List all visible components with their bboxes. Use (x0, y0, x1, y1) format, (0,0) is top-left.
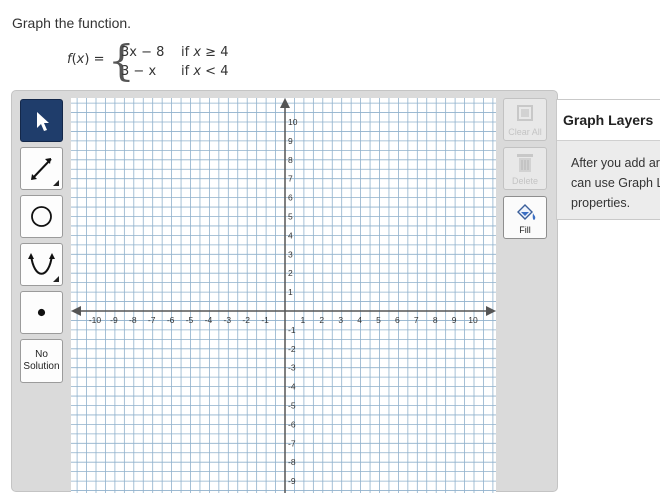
graph-layers-line-1: After you add ar (571, 156, 660, 170)
x-tick-label: -7 (148, 315, 156, 325)
x-tick-label: -4 (205, 315, 213, 325)
circle-tool-button[interactable] (20, 195, 63, 238)
piece-2-expr-rest: − x (129, 64, 157, 79)
x-tick-label: -1 (261, 315, 269, 325)
x-tick-label: -10 (89, 315, 102, 325)
y-tick-label: -4 (288, 382, 296, 392)
delete-label: Delete (511, 176, 538, 186)
graph-layers-line-2: can use Graph L (571, 176, 660, 190)
graph-layers-description: After you add ar can use Graph L propert… (571, 153, 660, 213)
x-tick-label: 6 (395, 315, 400, 325)
y-tick-label: 10 (288, 117, 298, 127)
piece-2-cond-rest: < 4 (201, 64, 229, 79)
piece-1-expression: 3x − 8 (121, 45, 164, 60)
x-tick-label: 8 (433, 315, 438, 325)
paint-bucket-icon (517, 204, 536, 220)
y-tick-label: -8 (288, 457, 296, 467)
fill-label: Fill (519, 225, 531, 235)
circle-icon (31, 206, 52, 227)
clear-all-button[interactable]: Clear All (503, 98, 547, 141)
no-solution-label-2: Solution (23, 361, 60, 372)
y-tick-label: 7 (288, 174, 293, 184)
piece-2-cond-var: x (193, 64, 202, 79)
graph-canvas[interactable]: -10 -9 -8 -7 -6 -5 -4 -3 -2 -1 1 2 3 4 5 6 7 8 9 10 10 9 8 7 6 5 4… (71, 98, 496, 493)
x-axis-right-arrow (486, 306, 496, 316)
x-tick-label: -3 (224, 315, 232, 325)
parabola-tool-button[interactable] (20, 243, 63, 286)
piece-1-expr-rest: − 8 (136, 45, 165, 60)
y-tick-label: -2 (288, 344, 296, 354)
y-tick-label: -1 (288, 325, 296, 335)
x-tick-label: 2 (319, 315, 324, 325)
fill-button[interactable]: Fill (503, 196, 547, 239)
piece-1-condition: if x ≥ 4 (181, 45, 228, 60)
x-tick-label: -8 (129, 315, 137, 325)
function-label: f(x) = (67, 52, 105, 67)
arrow-pointer-icon (37, 112, 49, 131)
x-tick-label: 9 (452, 315, 457, 325)
piece-2-expression: 3 − x (121, 64, 156, 79)
piece-2-condition: if x < 4 (181, 64, 228, 79)
x-tick-label: -6 (167, 315, 175, 325)
y-tick-label: 5 (288, 212, 293, 222)
parabola-tool-menu-indicator (53, 276, 59, 282)
x-tick-label: 4 (357, 315, 362, 325)
question-prompt: Graph the function. (12, 15, 132, 31)
no-solution-label-1: No (35, 349, 48, 360)
delete-button[interactable]: Delete (503, 147, 547, 190)
piece-1-cond-var: x (193, 45, 202, 60)
x-tick-label: 5 (376, 315, 381, 325)
y-tick-label: -7 (288, 438, 296, 448)
clear-all-icon (517, 105, 533, 121)
y-tick-label: -3 (288, 363, 296, 373)
graph-layers-title[interactable]: Graph Layers (557, 100, 660, 141)
y-tick-label: 4 (288, 230, 293, 240)
select-tool-button[interactable] (20, 99, 63, 142)
coordinate-grid[interactable]: -10 -9 -8 -7 -6 -5 -4 -3 -2 -1 1 2 3 4 5 6 7 8 9 10 10 9 8 7 6 5 4… (71, 98, 496, 493)
y-tick-label: -9 (288, 476, 296, 486)
x-tick-label: 1 (301, 315, 306, 325)
x-tick-label: 7 (414, 315, 419, 325)
x-tick-label: -2 (242, 315, 250, 325)
no-solution-button[interactable]: No Solution (20, 339, 63, 383)
y-tick-label: -6 (288, 419, 296, 429)
line-tool-button[interactable] (20, 147, 63, 190)
y-tick-label: 3 (288, 249, 293, 259)
function-name: f (67, 52, 72, 67)
graph-layers-line-3: properties. (571, 196, 631, 210)
y-tick-label: 2 (288, 268, 293, 278)
x-tick-label: -5 (186, 315, 194, 325)
trash-icon (517, 154, 533, 172)
y-tick-label: 6 (288, 193, 293, 203)
piece-1-cond-pre: if (181, 45, 194, 60)
clear-all-label: Clear All (508, 127, 542, 137)
y-tick-label: -5 (288, 401, 296, 411)
graph-layers-panel: Graph Layers After you add ar can use Gr… (556, 99, 660, 220)
piece-2-cond-pre: if (181, 64, 194, 79)
point-tool-button[interactable] (20, 291, 63, 334)
x-axis-left-arrow (71, 306, 81, 316)
x-tick-label: -9 (110, 315, 118, 325)
piece-1-expr-main: 3x (121, 45, 137, 60)
y-tick-label: 9 (288, 136, 293, 146)
y-tick-label: 1 (288, 287, 293, 297)
piece-1-cond-rest: ≥ 4 (201, 45, 229, 60)
y-tick-label: 8 (288, 155, 293, 165)
x-tick-label: 3 (338, 315, 343, 325)
point-icon (37, 308, 46, 317)
function-equals: ) = (84, 52, 105, 67)
x-tick-label: 10 (468, 315, 478, 325)
line-tool-menu-indicator (53, 180, 59, 186)
